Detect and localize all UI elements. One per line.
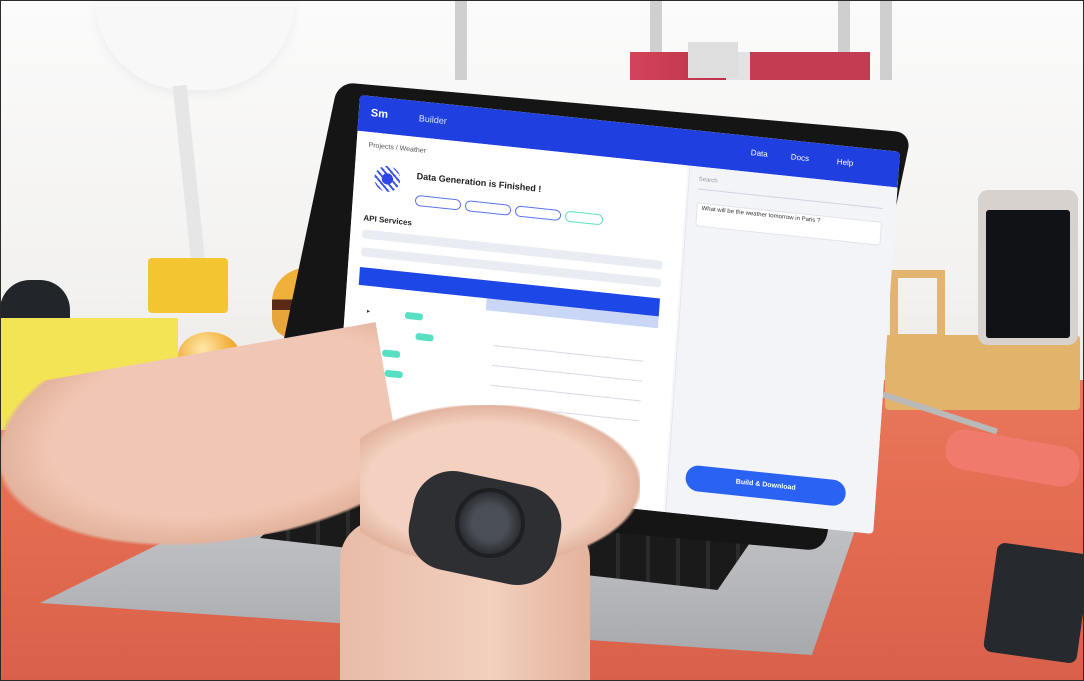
photo-scene: Sm Builder Data Docs Help Projects / Wea… [0,0,1084,681]
shelf-pole [880,0,892,80]
books-on-shelf [630,52,870,80]
nav-item-docs: Docs [790,152,810,164]
app-brand: Sm [370,107,389,121]
nav-item-help: Help [836,157,854,168]
white-box [688,42,738,78]
nav-item-data: Data [750,148,769,159]
smartphone-screen [986,210,1070,338]
lego-brick [148,258,228,313]
wooden-phone-stand [885,335,1080,410]
list-item: ▸ [366,308,371,316]
wooden-frame [890,270,945,342]
wristwatch-face [455,488,525,558]
shelf-pole [455,0,467,80]
notebook [982,541,1084,665]
